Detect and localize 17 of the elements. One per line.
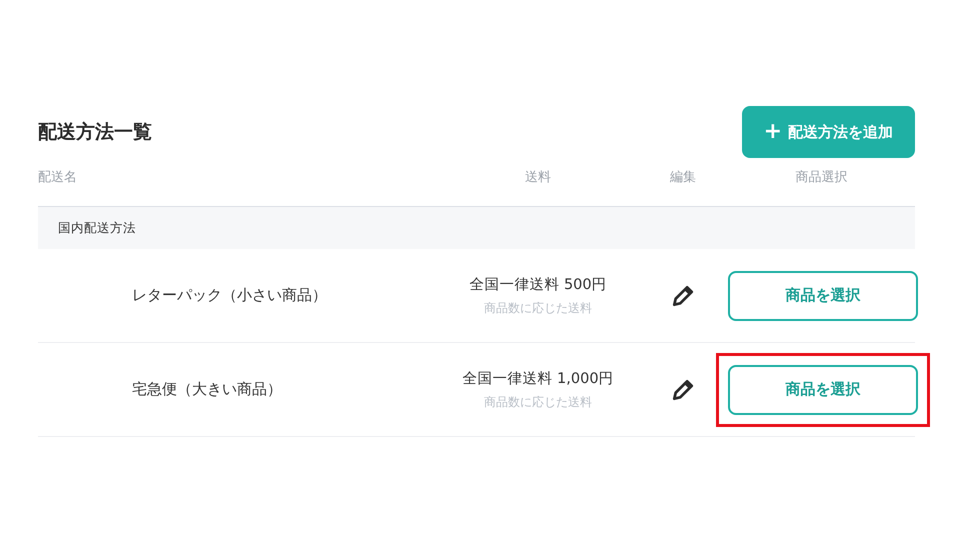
fee-note: 商品数に応じた送料: [484, 300, 592, 316]
column-header: 配送名: [38, 169, 78, 186]
select-products-button[interactable]: 商品を選択: [728, 364, 918, 414]
column-header: 商品選択: [794, 169, 848, 186]
select-products-button[interactable]: 商品を選択: [728, 270, 918, 320]
fee-note: 商品数に応じた送料: [484, 394, 592, 410]
column-header: 編集: [669, 169, 697, 186]
add-shipping-button[interactable]: + 配送方法を追加: [742, 106, 915, 158]
pencil-icon[interactable]: [672, 378, 694, 400]
shipping-fee: 全国一律送料 500円: [469, 276, 607, 294]
pencil-icon[interactable]: [672, 284, 694, 306]
column-header: 送料: [524, 169, 552, 186]
page-title: 配送方法一覧: [38, 120, 152, 145]
shipping-name: レターパック（小さい商品）: [131, 286, 328, 305]
group-label: 国内配送方法: [58, 220, 136, 236]
shipping-fee: 全国一律送料 1,000円: [462, 370, 614, 388]
shipping-name: 宅急便（大きい商品）: [131, 380, 283, 399]
